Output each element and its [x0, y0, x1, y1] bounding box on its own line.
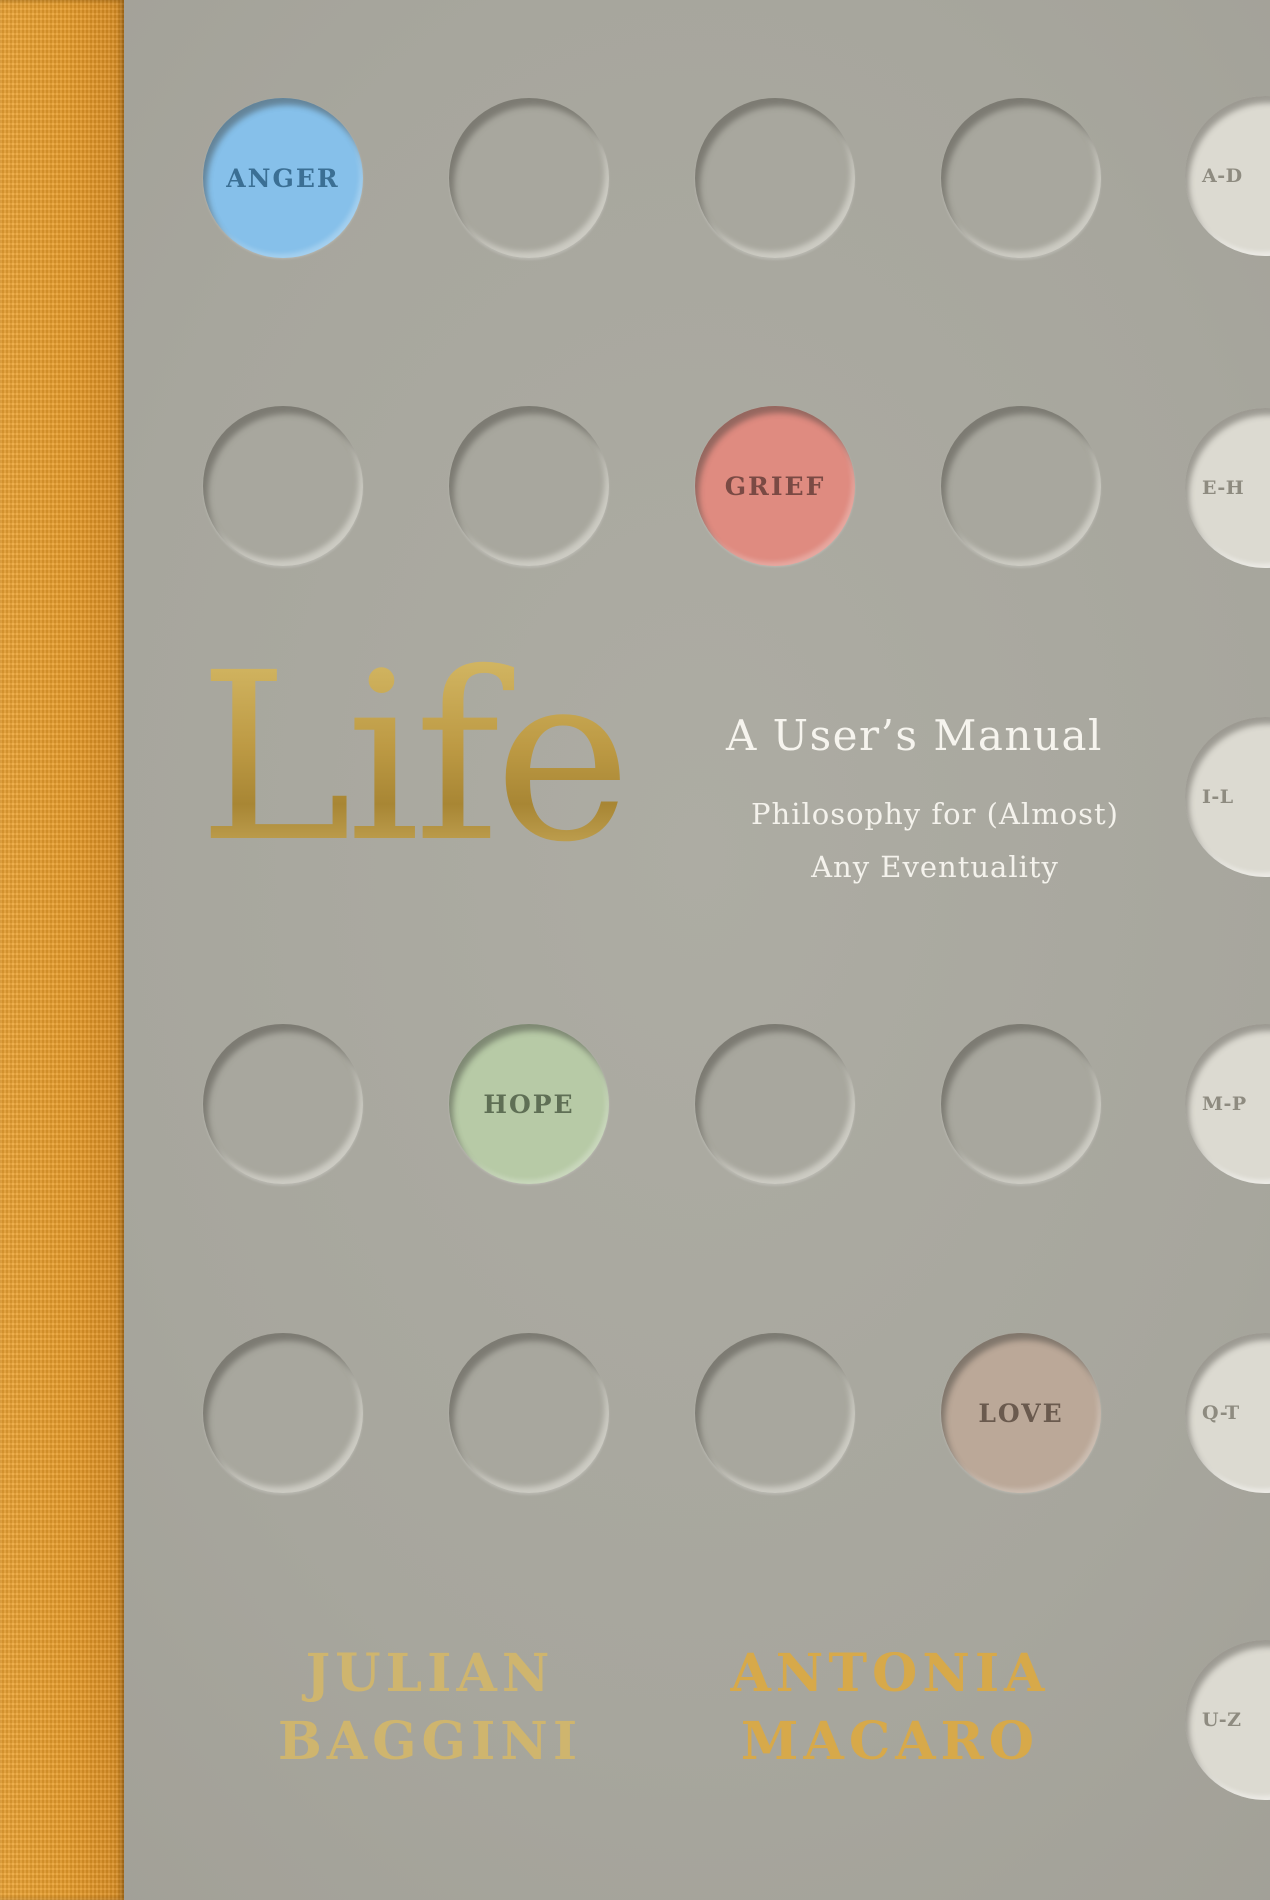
- empty-circle: [695, 98, 855, 258]
- author-first-name: ANTONIA: [730, 1643, 1050, 1704]
- book-spine: [0, 0, 124, 1900]
- index-tab-label: M-P: [1202, 1093, 1247, 1115]
- tagline-line-2: Any Eventuality: [811, 850, 1059, 884]
- index-tab[interactable]: M-P: [1185, 1024, 1270, 1184]
- index-tab[interactable]: U-Z: [1185, 1640, 1270, 1800]
- book-cover: ANGER GRIEF Life A User’s Manual Philoso…: [0, 0, 1270, 1900]
- index-tab[interactable]: E-H: [1185, 408, 1270, 568]
- index-tab-label: U-Z: [1202, 1709, 1242, 1731]
- index-tab[interactable]: A-D: [1185, 96, 1270, 256]
- tagline-line-1: Philosophy for (Almost): [751, 797, 1119, 831]
- circle-label-grief: GRIEF: [724, 471, 826, 501]
- circle-label-anger: ANGER: [226, 163, 340, 193]
- empty-circle: [941, 406, 1101, 566]
- index-tab-label: I-L: [1202, 786, 1234, 808]
- index-tab-label: Q-T: [1202, 1402, 1240, 1424]
- author-antonia-macaro: ANTONIA MACARO: [700, 1640, 1080, 1776]
- author-julian-baggini: JULIAN BAGGINI: [250, 1640, 610, 1776]
- subtitle: A User’s Manual: [726, 711, 1103, 760]
- empty-circle: [449, 1333, 609, 1493]
- empty-circle: [203, 406, 363, 566]
- circle-anger: ANGER: [203, 98, 363, 258]
- author-last-name: MACARO: [740, 1711, 1040, 1772]
- index-tab-label: A-D: [1202, 165, 1243, 187]
- index-tab-label: E-H: [1202, 477, 1245, 499]
- empty-circle: [941, 1024, 1101, 1184]
- empty-circle: [449, 98, 609, 258]
- circle-hope: HOPE: [449, 1024, 609, 1184]
- empty-circle: [203, 1024, 363, 1184]
- empty-circle: [449, 406, 609, 566]
- author-first-name: JULIAN: [305, 1643, 555, 1704]
- circle-label-hope: HOPE: [483, 1089, 575, 1119]
- empty-circle: [695, 1024, 855, 1184]
- index-tab[interactable]: Q-T: [1185, 1333, 1270, 1493]
- author-last-name: BAGGINI: [277, 1711, 583, 1772]
- tagline: Philosophy for (Almost) Any Eventuality: [700, 788, 1170, 894]
- title: Life: [198, 623, 631, 893]
- circle-grief: GRIEF: [695, 406, 855, 566]
- empty-circle: [203, 1333, 363, 1493]
- empty-circle: [695, 1333, 855, 1493]
- index-tab[interactable]: I-L: [1185, 717, 1270, 877]
- circle-label-love: LOVE: [978, 1398, 1064, 1428]
- empty-circle: [941, 98, 1101, 258]
- circle-love: LOVE: [941, 1333, 1101, 1493]
